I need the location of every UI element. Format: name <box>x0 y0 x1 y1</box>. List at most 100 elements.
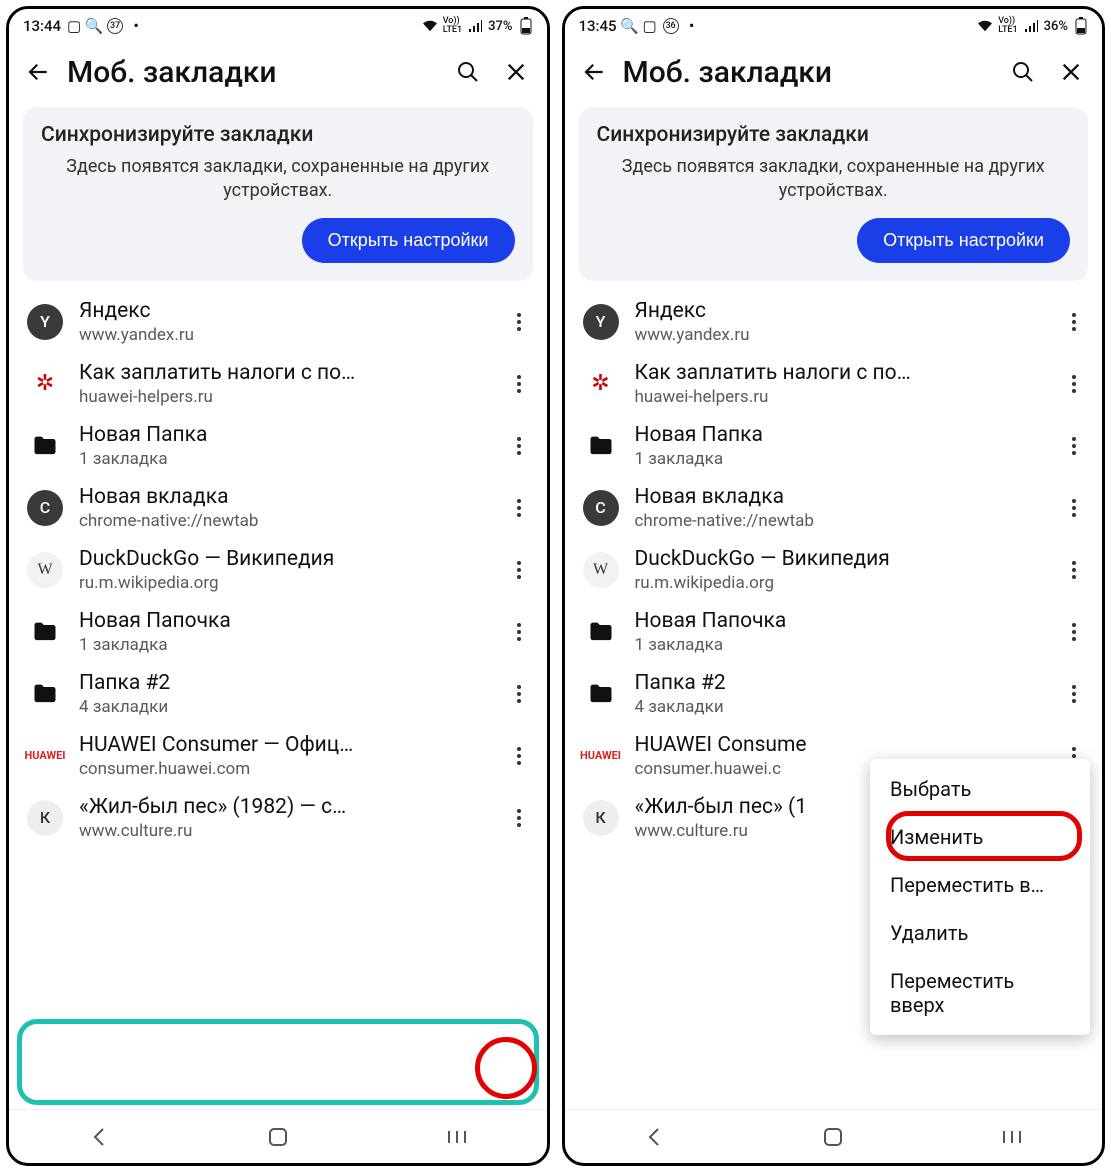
bookmark-title: «Жил-был пес» (1982) — с… <box>79 795 481 819</box>
favicon: C <box>27 490 63 526</box>
folder-icon <box>27 676 63 712</box>
back-button[interactable] <box>19 53 57 91</box>
bookmark-row[interactable]: К «Жил-был пес» (1982) — с…www.culture.ru <box>9 787 547 849</box>
battery-pct: 36% <box>1044 19 1068 34</box>
more-button[interactable] <box>497 424 541 468</box>
bookmark-list[interactable]: YЯндексwww.yandex.ru✲Как заплатить налог… <box>9 291 547 1109</box>
more-button[interactable] <box>497 486 541 530</box>
folder-icon <box>583 676 619 712</box>
close-button[interactable] <box>497 53 535 91</box>
menu-item[interactable]: Изменить <box>870 813 1090 861</box>
favicon: Y <box>27 304 63 340</box>
status-bar: 13:44 ▢ 🔍 37 • Vo))LTE1 37% <box>9 9 547 43</box>
image-icon: ▢ <box>643 19 657 33</box>
favicon: W <box>583 552 619 588</box>
bookmark-row[interactable]: C Новая вкладкаchrome-native://newtab <box>9 477 547 539</box>
bookmark-row[interactable]: WDuckDuckGo — Википедияru.m.wikipedia.or… <box>9 539 547 601</box>
bookmark-row[interactable]: C Новая вкладкаchrome-native://newtab <box>565 477 1103 539</box>
favicon: ✲ <box>583 366 619 402</box>
battery-pct: 37% <box>488 19 512 34</box>
nav-home[interactable] <box>248 1117 308 1157</box>
bookmark-title: Новая Папка <box>635 423 1037 447</box>
nav-back[interactable] <box>69 1117 129 1157</box>
dot-icon: • <box>685 19 699 33</box>
status-bar: 13:45 🔍 ▢ 36 • Vo))LTE1 36% <box>565 9 1103 43</box>
system-navbar <box>565 1109 1103 1163</box>
more-button[interactable] <box>1052 300 1096 344</box>
bookmark-row[interactable]: ✲Как заплатить налоги с по…huawei-helper… <box>9 353 547 415</box>
open-settings-button[interactable]: Открыть настройки <box>302 218 515 263</box>
bookmark-title: HUAWEI Consumer — Офиц… <box>79 733 481 757</box>
bookmark-title: Как заплатить налоги с по… <box>635 361 1037 385</box>
favicon: HUAWEI <box>27 738 63 774</box>
menu-item[interactable]: Выбрать <box>870 765 1090 813</box>
page-title: Моб. закладки <box>67 55 439 90</box>
bookmark-title: HUAWEI Consume <box>635 733 1037 757</box>
context-menu: ВыбратьИзменитьПереместить в…УдалитьПере… <box>870 759 1090 1035</box>
battery-icon <box>1074 19 1088 33</box>
status-time: 13:45 <box>579 17 617 35</box>
bookmark-title: Как заплатить налоги с по… <box>79 361 481 385</box>
bookmark-title: Новая вкладка <box>79 485 481 509</box>
nav-recents[interactable] <box>982 1117 1042 1157</box>
more-button[interactable] <box>1052 610 1096 654</box>
more-button[interactable] <box>497 548 541 592</box>
bookmark-row[interactable]: ✲Как заплатить налоги с по…huawei-helper… <box>565 353 1103 415</box>
badge-icon: 36 <box>663 18 679 34</box>
search-mini-icon: 🔍 <box>87 19 101 33</box>
more-button[interactable] <box>497 362 541 406</box>
nav-recents[interactable] <box>427 1117 487 1157</box>
favicon: C <box>583 490 619 526</box>
favicon: HUAWEI <box>583 738 619 774</box>
phone-right: 13:45 🔍 ▢ 36 • Vo))LTE1 36% Моб. закладк… <box>562 6 1106 1166</box>
bookmark-sub: 1 закладка <box>79 449 481 469</box>
menu-item[interactable]: Переместить вверх <box>870 957 1090 1029</box>
open-settings-button[interactable]: Открыть настройки <box>857 218 1070 263</box>
menu-item[interactable]: Переместить в… <box>870 861 1090 909</box>
more-button[interactable] <box>1052 362 1096 406</box>
bookmark-row[interactable]: Новая Папочка1 закладка <box>9 601 547 663</box>
favicon: К <box>583 800 619 836</box>
volte-label: Vo))LTE1 <box>998 17 1017 35</box>
more-button[interactable] <box>497 672 541 716</box>
bookmark-row[interactable]: YЯндексwww.yandex.ru <box>565 291 1103 353</box>
bookmark-sub: consumer.huawei.com <box>79 759 481 779</box>
bookmark-title: DuckDuckGo — Википедия <box>79 547 481 571</box>
more-button[interactable] <box>1052 672 1096 716</box>
bookmark-sub: 1 закладка <box>79 635 481 655</box>
bookmark-row[interactable]: WDuckDuckGo — Википедияru.m.wikipedia.or… <box>565 539 1103 601</box>
bookmark-row[interactable]: YЯндексwww.yandex.ru <box>9 291 547 353</box>
back-button[interactable] <box>575 53 613 91</box>
app-header: Моб. закладки <box>9 43 547 101</box>
bookmark-sub: www.yandex.ru <box>635 325 1037 345</box>
bookmark-row[interactable]: HUAWEI HUAWEI Consumer — Офиц…consumer.hu… <box>9 725 547 787</box>
more-button[interactable] <box>1052 548 1096 592</box>
more-button[interactable] <box>1052 486 1096 530</box>
menu-item[interactable]: Удалить <box>870 909 1090 957</box>
nav-home[interactable] <box>803 1117 863 1157</box>
bookmark-sub: www.culture.ru <box>79 821 481 841</box>
search-button[interactable] <box>1004 53 1042 91</box>
nav-back[interactable] <box>624 1117 684 1157</box>
sync-banner: Синхронизируйте закладки Здесь появятся … <box>23 107 533 281</box>
page-title: Моб. закладки <box>623 55 995 90</box>
bookmark-row[interactable]: Папка #24 закладки <box>9 663 547 725</box>
bookmark-sub: chrome-native://newtab <box>635 511 1037 531</box>
bookmark-sub: chrome-native://newtab <box>79 511 481 531</box>
bookmark-title: Новая вкладка <box>635 485 1037 509</box>
close-button[interactable] <box>1052 53 1090 91</box>
more-button[interactable] <box>497 734 541 778</box>
favicon: W <box>27 552 63 588</box>
bookmark-row[interactable]: Новая Папка1 закладка <box>565 415 1103 477</box>
search-mini-icon: 🔍 <box>623 19 637 33</box>
favicon: К <box>27 800 63 836</box>
search-button[interactable] <box>449 53 487 91</box>
more-button[interactable] <box>497 796 541 840</box>
bookmark-row[interactable]: Новая Папка1 закладка <box>9 415 547 477</box>
bookmark-row[interactable]: Папка #24 закладки <box>565 663 1103 725</box>
bookmark-row[interactable]: Новая Папочка1 закладка <box>565 601 1103 663</box>
phone-left: 13:44 ▢ 🔍 37 • Vo))LTE1 37% Моб. закладк… <box>6 6 550 1166</box>
more-button[interactable] <box>1052 424 1096 468</box>
more-button[interactable] <box>497 300 541 344</box>
more-button[interactable] <box>497 610 541 654</box>
